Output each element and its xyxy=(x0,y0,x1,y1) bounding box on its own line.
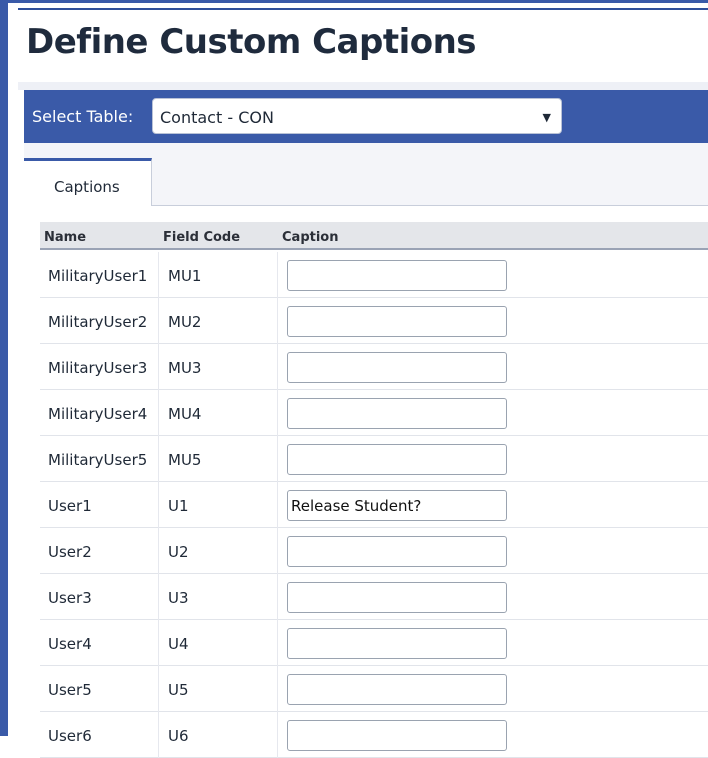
table-row: MilitaryUser3 MU3 xyxy=(40,344,708,390)
column-divider xyxy=(277,252,278,298)
table-row: MilitaryUser1 MU1 xyxy=(40,252,708,298)
caption-input[interactable] xyxy=(287,398,507,429)
caption-input[interactable] xyxy=(287,352,507,383)
column-divider xyxy=(277,482,278,528)
table-row: MilitaryUser2 MU2 xyxy=(40,298,708,344)
row-name: MilitaryUser2 xyxy=(48,313,148,331)
column-divider xyxy=(277,620,278,666)
column-divider xyxy=(158,390,159,436)
row-field-code: MU1 xyxy=(168,267,202,285)
row-name: User2 xyxy=(48,543,92,561)
row-name: MilitaryUser1 xyxy=(48,267,148,285)
row-field-code: MU4 xyxy=(168,405,202,423)
table-row: User2 U2 xyxy=(40,528,708,574)
column-divider xyxy=(158,298,159,344)
column-divider xyxy=(277,344,278,390)
row-name: MilitaryUser5 xyxy=(48,451,148,469)
top-accent-line xyxy=(0,0,708,3)
caption-input[interactable] xyxy=(287,444,507,475)
tab-captions-label: Captions xyxy=(54,178,120,196)
column-divider xyxy=(158,620,159,666)
table-row: User4 U4 xyxy=(40,620,708,666)
column-divider xyxy=(277,298,278,344)
column-divider xyxy=(277,436,278,482)
row-field-code: MU2 xyxy=(168,313,202,331)
column-header-caption[interactable]: Caption xyxy=(282,230,338,245)
column-header-field-code[interactable]: Field Code xyxy=(163,230,240,245)
table-row: User1 U1 xyxy=(40,482,708,528)
page-title: Define Custom Captions xyxy=(26,22,477,62)
caption-input[interactable] xyxy=(287,536,507,567)
column-divider xyxy=(158,344,159,390)
column-header-name[interactable]: Name xyxy=(44,230,86,245)
column-divider xyxy=(158,712,159,758)
column-divider xyxy=(277,528,278,574)
row-field-code: U2 xyxy=(168,543,189,561)
caption-input[interactable] xyxy=(287,628,507,659)
caption-input[interactable] xyxy=(287,260,507,291)
captions-tab-content: Name Field Code Caption MilitaryUser1 MU1… xyxy=(24,206,708,758)
column-divider xyxy=(158,436,159,482)
table-select-dropdown[interactable]: Contact - CON ▼ xyxy=(152,98,562,134)
tab-captions[interactable]: Captions xyxy=(24,158,152,206)
chevron-down-icon: ▼ xyxy=(542,111,551,124)
table-row: MilitaryUser4 MU4 xyxy=(40,390,708,436)
row-name: MilitaryUser4 xyxy=(48,405,148,423)
table-row: User5 U5 xyxy=(40,666,708,712)
row-name: User1 xyxy=(48,497,92,515)
row-name: User4 xyxy=(48,635,92,653)
column-divider xyxy=(277,666,278,712)
caption-input[interactable] xyxy=(287,490,507,521)
row-field-code: U4 xyxy=(168,635,189,653)
column-divider xyxy=(158,528,159,574)
caption-input[interactable] xyxy=(287,306,507,337)
title-bar: Define Custom Captions xyxy=(18,8,708,84)
column-divider xyxy=(158,574,159,620)
column-divider xyxy=(158,252,159,298)
column-divider xyxy=(277,390,278,436)
tab-bar: Captions xyxy=(24,158,708,206)
row-field-code: U6 xyxy=(168,727,189,745)
table-select-value: Contact - CON xyxy=(160,108,274,127)
column-divider xyxy=(158,482,159,528)
row-name: User6 xyxy=(48,727,92,745)
row-name: MilitaryUser3 xyxy=(48,359,148,377)
row-field-code: U3 xyxy=(168,589,189,607)
column-divider xyxy=(277,712,278,758)
table-row: MilitaryUser5 MU5 xyxy=(40,436,708,482)
table-row: User6 U6 xyxy=(40,712,708,758)
row-field-code: U1 xyxy=(168,497,189,515)
header-gap xyxy=(18,82,708,90)
table-select-bar: Select Table: Contact - CON ▼ xyxy=(24,90,708,143)
caption-input[interactable] xyxy=(287,674,507,705)
select-table-label: Select Table: xyxy=(32,107,134,126)
row-name: User3 xyxy=(48,589,92,607)
left-accent-stripe xyxy=(0,0,8,736)
row-name: User5 xyxy=(48,681,92,699)
grid-header: Name Field Code Caption xyxy=(40,222,708,250)
row-field-code: MU3 xyxy=(168,359,202,377)
row-field-code: MU5 xyxy=(168,451,202,469)
column-divider xyxy=(277,574,278,620)
row-field-code: U5 xyxy=(168,681,189,699)
table-row: User3 U3 xyxy=(40,574,708,620)
column-divider xyxy=(158,666,159,712)
caption-input[interactable] xyxy=(287,582,507,613)
